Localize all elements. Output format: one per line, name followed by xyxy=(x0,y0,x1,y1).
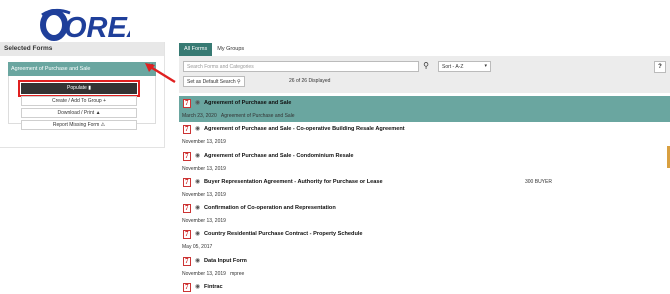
form-name[interactable]: Data Input Form xyxy=(204,258,247,264)
form-date: November 13, 2019 xyxy=(182,139,226,146)
download-print-button[interactable]: Download / Print ▲ xyxy=(21,108,137,118)
selected-forms-title: Selected Forms xyxy=(0,42,164,56)
create-add-label: Create / Add To Group xyxy=(52,98,102,104)
eye-icon[interactable]: ◉ xyxy=(195,99,200,106)
list-item[interactable]: ◉ Agreement of Purchase and Sale March 2… xyxy=(179,96,670,123)
form-name[interactable]: Buyer Representation Agreement - Authori… xyxy=(204,179,383,185)
form-name[interactable]: Confirmation of Co-operation and Represe… xyxy=(204,205,336,211)
search-small-icon: ⚲ xyxy=(237,79,241,85)
results-count: 26 of 26 Displayed xyxy=(289,78,331,84)
search-toolbar: Search Forms and Categories ⚲ Sort - A-Z… xyxy=(179,56,670,93)
create-add-group-button[interactable]: Create / Add To Group + xyxy=(21,96,137,106)
form-7-icon xyxy=(183,177,191,187)
form-7-icon xyxy=(183,125,191,135)
form-date: November 13, 2019 mpree xyxy=(182,271,244,277)
eye-icon[interactable]: ◉ xyxy=(195,204,200,211)
search-icon[interactable]: ⚲ xyxy=(421,61,431,72)
selected-form-item[interactable]: Agreement of Purchase and Sale × xyxy=(8,62,156,76)
set-default-label: Set as Default Search xyxy=(187,79,236,85)
logo-text: OREA xyxy=(64,12,130,41)
red-arrow-annotation xyxy=(145,63,176,84)
list-item[interactable]: ◉ Agreement of Purchase and Sale - Condo… xyxy=(179,149,670,175)
form-date: March 23, 2020 Agreement of Purchase and… xyxy=(182,113,295,119)
form-date-value: March 23, 2020 xyxy=(182,113,217,119)
report-missing-form-button[interactable]: Report Missing Form ⚠ xyxy=(21,120,137,130)
document-icon: ▮ xyxy=(88,85,91,91)
eye-icon[interactable]: ◉ xyxy=(195,125,200,132)
eye-icon[interactable]: ◉ xyxy=(195,230,200,237)
list-item[interactable]: ◉ Confirmation of Co-operation and Repre… xyxy=(179,201,670,227)
form-name[interactable]: Fintrac xyxy=(204,284,223,290)
eye-icon[interactable]: ◉ xyxy=(195,283,200,290)
list-item[interactable]: ◉ Agreement of Purchase and Sale - Co-op… xyxy=(179,122,670,148)
form-7-icon xyxy=(183,256,191,266)
form-date-value: November 13, 2019 xyxy=(182,270,226,277)
orea-logo: OREA xyxy=(40,8,130,41)
form-date: November 13, 2019 xyxy=(182,191,226,198)
form-7-icon xyxy=(183,230,191,240)
list-item[interactable]: ◉ Country Residential Purchase Contract … xyxy=(179,227,670,253)
selected-forms-panel: Selected Forms Agreement of Purchase and… xyxy=(0,42,165,148)
form-name[interactable]: Agreement of Purchase and Sale - Co-oper… xyxy=(204,126,405,132)
form-tabs: All Forms My Groups xyxy=(179,43,250,56)
tab-my-groups[interactable]: My Groups xyxy=(212,43,250,56)
search-input[interactable]: Search Forms and Categories xyxy=(183,61,419,72)
populate-button[interactable]: Populate ▮ xyxy=(18,80,140,97)
form-date: November 13, 2019 xyxy=(182,218,226,225)
tab-all-forms[interactable]: All Forms xyxy=(179,43,213,56)
form-note: mpree xyxy=(230,270,245,277)
form-code: 300 BUYER xyxy=(525,178,552,185)
help-button[interactable]: ? xyxy=(654,61,666,73)
form-note: Agreement of Purchase and Sale xyxy=(220,113,295,119)
list-item[interactable]: ◉ Data Input Form November 13, 2019 mpre… xyxy=(179,254,670,280)
set-default-search-button[interactable]: Set as Default Search ⚲ xyxy=(183,76,245,87)
form-date: November 13, 2019 xyxy=(182,165,226,172)
download-print-label: Download / Print xyxy=(57,110,95,116)
list-item[interactable]: ◉ Buyer Representation Agreement - Autho… xyxy=(179,175,670,201)
forms-list: ◉ Agreement of Purchase and Sale March 2… xyxy=(179,96,670,294)
chevron-down-icon: ▾ xyxy=(484,63,487,69)
eye-icon[interactable]: ◉ xyxy=(195,257,200,264)
sort-value: Sort - A-Z xyxy=(442,64,464,70)
form-date: May 05, 2017 xyxy=(182,244,213,251)
form-name[interactable]: Agreement of Purchase and Sale - Condomi… xyxy=(204,153,354,159)
form-7-icon xyxy=(183,99,191,108)
form-7-icon xyxy=(183,204,191,214)
eye-icon[interactable]: ◉ xyxy=(195,152,200,159)
form-name[interactable]: Agreement of Purchase and Sale xyxy=(204,100,291,106)
selected-form-label: Agreement of Purchase and Sale xyxy=(11,66,91,72)
warning-icon: ⚠ xyxy=(100,122,106,128)
download-icon: ▲ xyxy=(95,110,101,116)
sort-select[interactable]: Sort - A-Z ▾ xyxy=(438,61,491,72)
eye-icon[interactable]: ◉ xyxy=(195,178,200,185)
plus-icon: + xyxy=(103,98,106,104)
report-missing-label: Report Missing Form xyxy=(52,122,100,128)
form-7-icon xyxy=(183,151,191,161)
page: OREA Selected Forms Agreement of Purchas… xyxy=(0,0,670,294)
form-name[interactable]: Country Residential Purchase Contract - … xyxy=(204,231,363,237)
form-7-icon xyxy=(183,283,191,293)
list-item[interactable]: ◉ Fintrac xyxy=(179,280,670,294)
populate-label: Populate xyxy=(67,85,87,91)
